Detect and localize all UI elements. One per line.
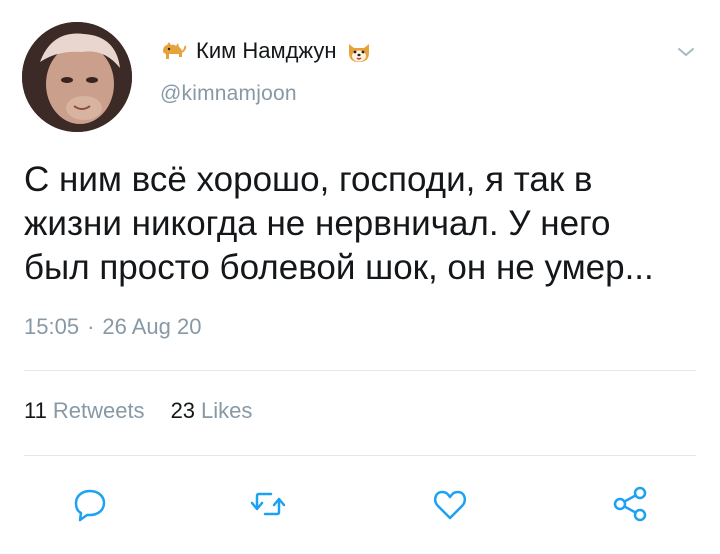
dog-face-emoji xyxy=(345,37,373,65)
tweet-time: 15:05 xyxy=(24,314,80,339)
action-bar xyxy=(0,470,720,534)
tweet-stats: 11 Retweets 23 Likes xyxy=(24,398,252,424)
retweets-stat[interactable]: 11 Retweets xyxy=(24,398,145,424)
like-icon[interactable] xyxy=(430,484,470,524)
likes-stat[interactable]: 23 Likes xyxy=(171,398,253,424)
retweets-count: 11 xyxy=(24,398,47,423)
avatar[interactable] xyxy=(22,22,132,132)
likes-label: Likes xyxy=(201,398,253,423)
meta-separator: · xyxy=(87,314,95,339)
dog-emoji xyxy=(160,37,188,65)
retweet-icon[interactable] xyxy=(248,484,288,524)
name-row: Ким Намджун xyxy=(160,34,373,68)
avatar-photo xyxy=(22,22,132,132)
divider xyxy=(24,455,696,456)
likes-count: 23 xyxy=(170,398,196,423)
chevron-down-icon[interactable] xyxy=(674,40,698,64)
reply-icon[interactable] xyxy=(70,484,110,524)
tweet-card: Ким Намджун @kimnamjoon С ним всё хорошо… xyxy=(0,0,720,554)
retweets-label: Retweets xyxy=(52,398,145,423)
tweet-date: 26 Aug 20 xyxy=(102,314,202,339)
tweet-timestamp[interactable]: 15:05 · 26 Aug 20 xyxy=(24,314,202,340)
tweet-text: С ним всё хорошо, господи, я так в жизни… xyxy=(24,160,654,287)
display-name[interactable]: Ким Намджун xyxy=(196,38,337,64)
divider xyxy=(24,370,696,371)
user-handle[interactable]: @kimnamjoon xyxy=(160,82,297,106)
share-icon[interactable] xyxy=(610,484,650,524)
